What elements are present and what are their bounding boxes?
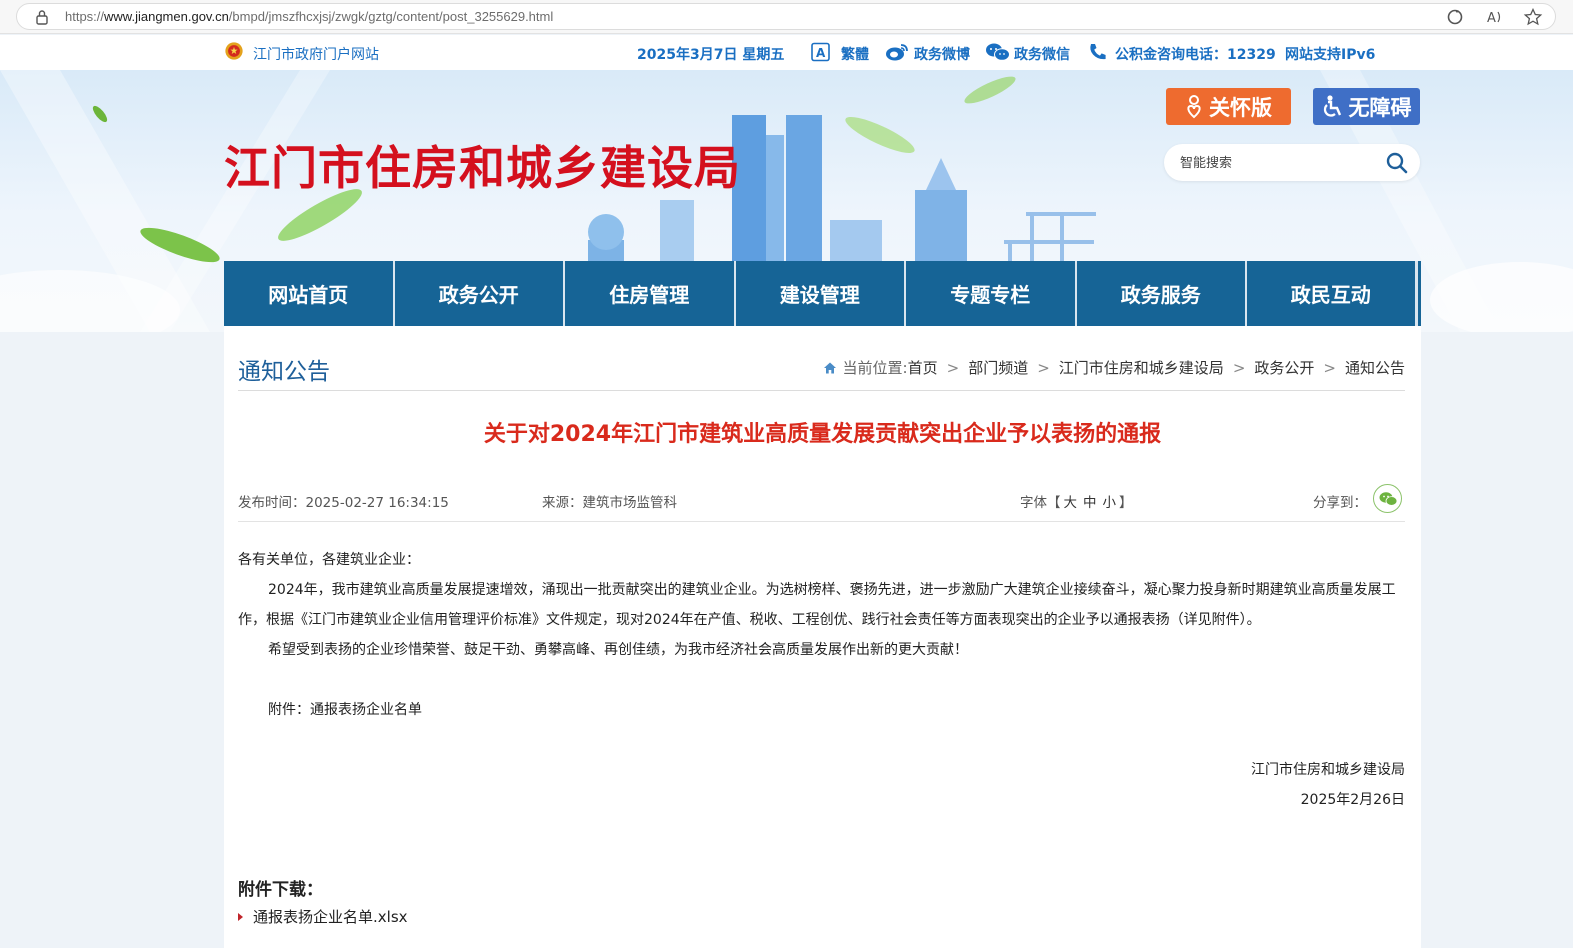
traditional-chinese-icon: A: [811, 42, 830, 62]
font-medium-button[interactable]: 中: [1083, 495, 1097, 511]
traditional-chinese-link[interactable]: 繁體: [841, 44, 869, 64]
attachment-link[interactable]: 通报表扬企业名单.xlsx: [238, 906, 408, 927]
share-wechat-button[interactable]: [1373, 484, 1402, 513]
nav-item-housing[interactable]: 住房管理: [565, 261, 736, 326]
article-body: 各有关单位，各建筑业企业： 2024年，我市建筑业高质量发展提速增效，涌现出一批…: [238, 545, 1405, 815]
bullet-arrow-icon: [238, 912, 243, 921]
browser-toolbar: https://www.jiangmen.gov.cn/bmpd/jmszfhc…: [0, 0, 1573, 34]
breadcrumb-separator: >: [1037, 358, 1050, 377]
breadcrumb-home[interactable]: 首页: [908, 357, 938, 378]
search-icon[interactable]: [1386, 152, 1408, 174]
phone-icon: [1090, 44, 1106, 60]
nav-item-home[interactable]: 网站首页: [224, 261, 395, 326]
read-aloud-icon[interactable]: A: [1485, 8, 1505, 26]
refresh-icon[interactable]: [1445, 8, 1465, 26]
lock-icon[interactable]: [35, 9, 49, 25]
paragraph-2: 希望受到表扬的企业珍惜荣誉、鼓足干劲、勇攀高峰、再创佳绩，为我市经济社会高质量发…: [268, 642, 968, 658]
salutation: 各有关单位，各建筑业企业：: [238, 552, 420, 568]
attachment-filename: 通报表扬企业名单.xlsx: [253, 908, 408, 926]
care-person-icon: [1187, 94, 1201, 118]
wechat-icon: [986, 43, 1010, 61]
nav-item-construction[interactable]: 建设管理: [736, 261, 906, 326]
breadcrumb: 当前位置: 首页 > 部门频道 > 江门市住房和城乡建设局 > 政务公开 > 通…: [823, 357, 1405, 378]
search-input[interactable]: [1180, 153, 1370, 173]
article-source: 来源：建筑市场监管科: [542, 495, 677, 511]
portal-link[interactable]: 江门市政府门户网站: [253, 44, 379, 64]
publish-time: 发布时间：2025-02-27 16:34:15: [238, 495, 449, 511]
nav-item-government-affairs[interactable]: 政务公开: [395, 261, 565, 326]
nav-item-interaction[interactable]: 政民互动: [1247, 261, 1418, 326]
meta-divider: [238, 521, 1405, 522]
home-icon: [823, 362, 836, 373]
main-nav: 网站首页 政务公开 住房管理 建设管理 专题专栏 政务服务 政民互动: [224, 261, 1421, 326]
search-box: [1164, 144, 1420, 181]
svg-text:A: A: [1487, 11, 1496, 26]
breadcrumb-department-channel[interactable]: 部门频道: [968, 357, 1028, 378]
section-title: 通知公告: [238, 359, 330, 385]
signature: 江门市住房和城乡建设局: [1251, 762, 1405, 778]
weibo-link[interactable]: 政务微博: [914, 44, 970, 64]
breadcrumb-notices[interactable]: 通知公告: [1345, 357, 1405, 378]
font-size-label: 字体【: [1020, 495, 1061, 511]
wechat-share-icon: [1379, 492, 1398, 506]
signature-date: 2025年2月26日: [1300, 792, 1405, 808]
address-bar[interactable]: https://www.jiangmen.gov.cn/bmpd/jmszfhc…: [16, 3, 1556, 30]
breadcrumb-bureau[interactable]: 江门市住房和城乡建设局: [1059, 357, 1224, 378]
paragraph-1: 2024年，我市建筑业高质量发展提速增效，涌现出一批贡献突出的建筑业企业。为选树…: [238, 582, 1396, 628]
url-text[interactable]: https://www.jiangmen.gov.cn/bmpd/jmszfhc…: [65, 9, 553, 24]
care-mode-label: 关怀版: [1209, 95, 1272, 120]
attachments-heading: 附件下载：: [238, 880, 323, 900]
site-title: 江门市住房和城乡建设局: [224, 141, 741, 195]
nav-item-special-topics[interactable]: 专题专栏: [906, 261, 1077, 326]
font-large-button[interactable]: 大: [1064, 495, 1078, 511]
accessibility-label: 无障碍: [1348, 95, 1412, 120]
weibo-icon: [886, 44, 908, 61]
font-size-close: 】: [1119, 495, 1133, 511]
national-emblem-icon: [225, 42, 243, 60]
section-divider: [238, 390, 1405, 391]
top-info-strip: 江门市政府门户网站 2025年3月7日 星期五 A 繁體 政务微博 政务微信 公…: [0, 35, 1573, 70]
wechat-link[interactable]: 政务微信: [1014, 44, 1070, 64]
breadcrumb-prefix: 当前位置:: [842, 359, 908, 377]
current-date: 2025年3月7日 星期五: [637, 47, 785, 63]
font-size-control: 字体【大中小】: [1020, 491, 1133, 511]
nav-item-services[interactable]: 政务服务: [1077, 261, 1247, 326]
breadcrumb-government-affairs[interactable]: 政务公开: [1254, 357, 1314, 378]
accessibility-button[interactable]: 无障碍: [1313, 88, 1420, 125]
hotline-text: 公积金咨询电话：12329: [1115, 47, 1276, 63]
favorite-star-icon[interactable]: [1523, 8, 1543, 26]
content-panel: 通知公告 当前位置: 首页 > 部门频道 > 江门市住房和城乡建设局 > 政务公…: [224, 326, 1421, 948]
article-title: 关于对2024年江门市建筑业高质量发展贡献突出企业予以表扬的通报: [483, 422, 1162, 447]
wheelchair-icon: [1323, 94, 1341, 117]
share-label: 分享到：: [1313, 495, 1367, 511]
attachment-note: 附件：通报表扬企业名单: [268, 702, 422, 718]
svg-text:A: A: [816, 46, 826, 60]
breadcrumb-separator: >: [946, 358, 960, 377]
care-mode-button[interactable]: 关怀版: [1166, 88, 1291, 125]
breadcrumb-separator: >: [1323, 358, 1336, 377]
font-small-button[interactable]: 小: [1103, 495, 1117, 511]
breadcrumb-separator: >: [1232, 358, 1246, 377]
ipv6-text: 网站支持IPv6: [1285, 47, 1376, 63]
